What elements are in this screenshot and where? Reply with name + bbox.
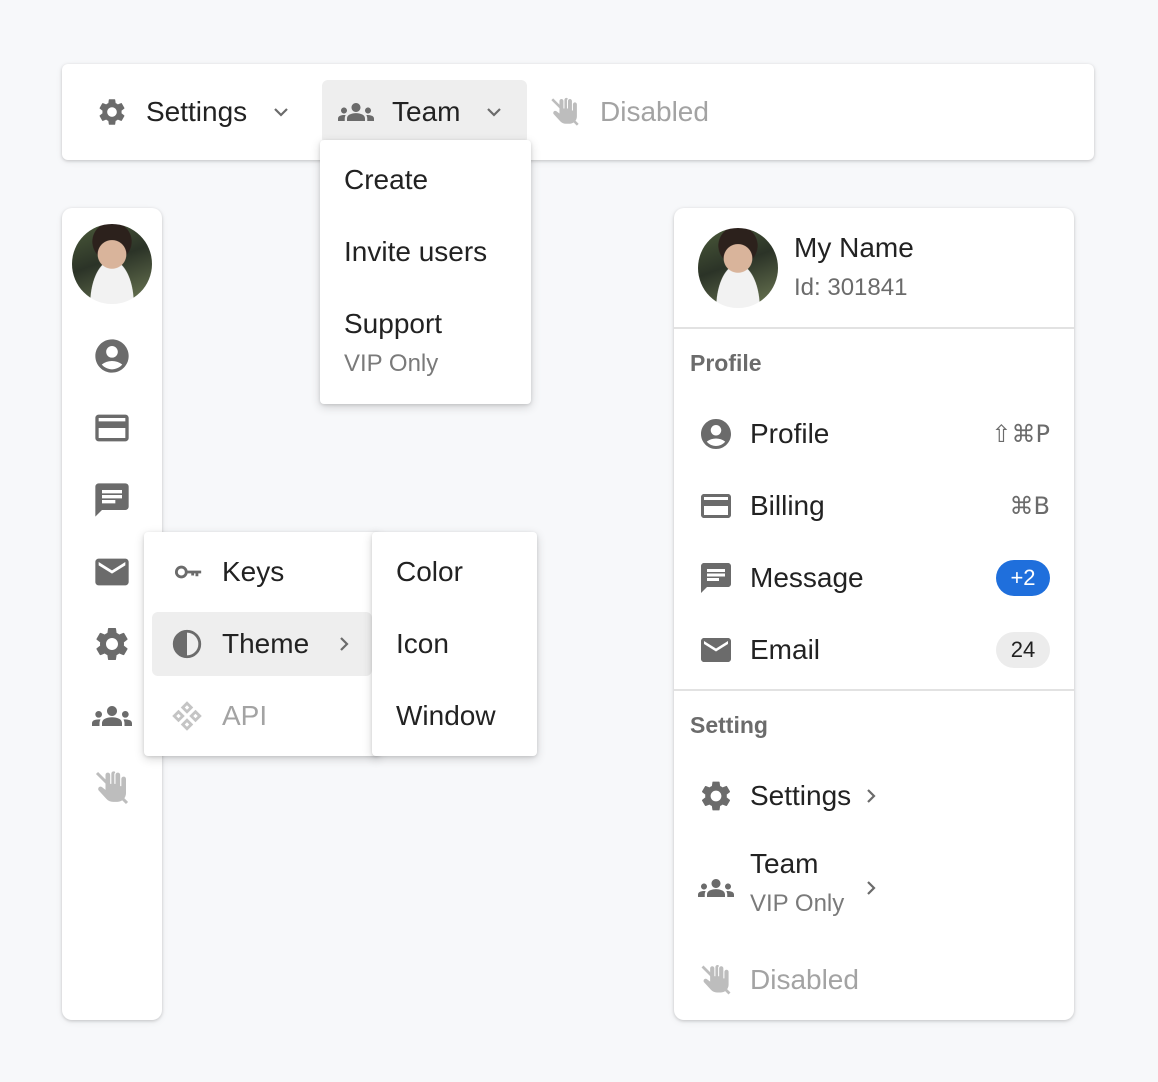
menu-item-theme-label: Theme (222, 628, 310, 659)
email-icon (698, 632, 734, 668)
hand-disabled-icon (698, 962, 734, 998)
message-icon (698, 560, 734, 596)
email-icon[interactable] (92, 552, 132, 592)
sidebar-submenu: Keys Theme API (144, 532, 380, 756)
chevron-right-icon (698, 784, 1044, 808)
count-badge: +2 (996, 560, 1050, 596)
hand-disabled-icon (548, 95, 582, 129)
account-circle-icon[interactable] (92, 336, 132, 376)
menu-item-icon[interactable]: Icon (396, 628, 449, 660)
key-icon (170, 555, 204, 589)
team-dropdown-menu: Create Invite users Support VIP Only (320, 140, 531, 404)
shortcut-hint: ⇧⌘P (991, 420, 1050, 448)
row-label: Disabled (750, 964, 859, 995)
row-label: Message (750, 562, 864, 593)
chevron-right-icon (332, 632, 356, 656)
divider (674, 689, 1074, 691)
menubar-settings-button[interactable]: Settings (80, 80, 324, 144)
message-icon[interactable] (92, 480, 132, 520)
menu-item-support-sublabel: VIP Only (344, 350, 439, 377)
count-badge: 24 (996, 632, 1050, 668)
chevron-right-icon (698, 876, 1044, 900)
setting-row-settings[interactable]: Settings (674, 764, 1074, 828)
menu-item-invite-users[interactable]: Invite users (344, 236, 487, 268)
credit-card-icon[interactable] (92, 408, 132, 448)
menu-item-api-label: API (222, 700, 268, 731)
chevron-down-icon (482, 100, 506, 124)
menu-item-window[interactable]: Window (396, 700, 496, 732)
gear-icon[interactable] (92, 624, 132, 664)
row-label: Billing (750, 490, 825, 521)
credit-card-icon (698, 488, 734, 524)
profile-panel: My Name Id: 301841 Profile Profile ⇧⌘P B… (674, 208, 1074, 1020)
gear-icon (96, 96, 128, 128)
menubar-disabled-label: Disabled (600, 96, 709, 127)
divider (674, 327, 1074, 329)
api-icon (170, 699, 204, 733)
menubar-team-button[interactable]: Team (322, 80, 527, 144)
profile-row-email[interactable]: Email 24 (674, 618, 1074, 682)
profile-row-billing[interactable]: Billing ⌘B (674, 474, 1074, 538)
team-icon (338, 94, 374, 130)
section-title-setting: Setting (690, 712, 768, 738)
menu-item-keys-label: Keys (222, 556, 285, 587)
menubar: Settings Team Disabled (62, 64, 1094, 160)
profile-row-profile[interactable]: Profile ⇧⌘P (674, 402, 1074, 466)
menubar-disabled-item: Disabled (532, 80, 732, 144)
account-circle-icon (698, 416, 734, 452)
setting-row-team[interactable]: Team VIP Only (674, 838, 1074, 938)
avatar[interactable] (698, 228, 778, 308)
shortcut-hint: ⌘B (1009, 492, 1050, 520)
theme-submenu: Color Icon Window (372, 532, 537, 756)
menubar-team-label: Team (392, 96, 461, 127)
menu-item-support[interactable]: Support (344, 308, 442, 340)
team-icon[interactable] (92, 696, 132, 736)
menu-item-color[interactable]: Color (396, 556, 463, 588)
setting-row-disabled: Disabled (674, 948, 1074, 1012)
menu-item-create[interactable]: Create (344, 164, 428, 196)
menu-item-api: API (152, 684, 372, 748)
user-name: My Name (794, 232, 914, 263)
contrast-icon (170, 627, 204, 661)
avatar[interactable] (72, 224, 152, 304)
section-title-profile: Profile (690, 350, 762, 376)
hand-disabled-icon (92, 768, 132, 808)
menu-item-theme[interactable]: Theme (152, 612, 372, 676)
row-label: Email (750, 634, 821, 665)
row-label: Profile (750, 418, 830, 449)
user-id: Id: 301841 (794, 274, 908, 301)
menu-item-keys[interactable]: Keys (152, 540, 372, 604)
profile-row-message[interactable]: Message +2 (674, 546, 1074, 610)
chevron-down-icon (269, 100, 293, 124)
menubar-settings-label: Settings (146, 96, 248, 127)
